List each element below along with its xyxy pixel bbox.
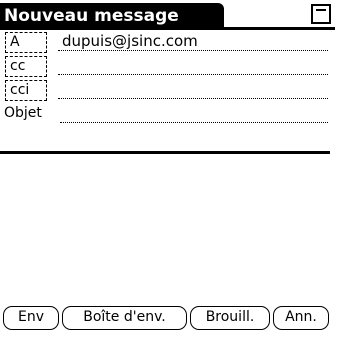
send-button[interactable]: Env [3,306,59,330]
window-title: Nouveau message [0,3,224,29]
cc-row: cc [0,55,328,79]
subject-row: Objet [0,103,328,127]
body-scrollbar[interactable] [331,152,335,302]
bcc-row: cci [0,79,328,103]
title-divider [0,27,335,30]
subject-label: Objet [4,104,42,125]
cc-label-button[interactable]: cc [5,56,47,77]
outbox-button[interactable]: Boîte d'env. [62,306,187,330]
to-row: A dupuis@jsinc.com [0,31,328,55]
cancel-button[interactable]: Ann. [273,306,329,330]
cc-underline [58,74,328,75]
to-label-button[interactable]: A [5,32,47,53]
message-body[interactable] [0,154,330,299]
menu-icon[interactable] [311,4,331,24]
subject-underline [60,122,328,123]
new-message-screen: Nouveau message A dupuis@jsinc.com cc cc… [0,0,337,340]
bcc-label-button[interactable]: cci [5,80,47,101]
to-field[interactable]: dupuis@jsinc.com [62,31,198,51]
drafts-button[interactable]: Brouill. [190,306,270,330]
bcc-underline [58,98,328,99]
